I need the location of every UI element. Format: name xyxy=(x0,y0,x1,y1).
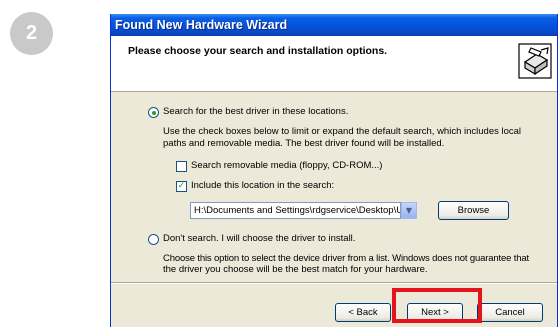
location-path-input[interactable]: H:\Documents and Settings\rdgservice\Des… xyxy=(190,202,401,219)
page-title: Please choose your search and installati… xyxy=(128,45,388,57)
include-location-label: Include this location in the search: xyxy=(191,180,335,191)
step-number-badge: 2 xyxy=(10,12,53,55)
removable-media-checkbox[interactable] xyxy=(176,161,187,172)
checkmark-icon: ✓ xyxy=(177,181,186,191)
dont-search-description-line1: Choose this option to select the device … xyxy=(163,253,530,264)
search-description-line2: paths and removable media. The best driv… xyxy=(163,138,445,149)
browse-button[interactable]: Browse xyxy=(438,201,509,220)
dont-search-description-line2: the driver you choose will be the best m… xyxy=(163,264,428,275)
hardware-install-icon xyxy=(518,43,552,79)
button-separator xyxy=(111,282,557,284)
next-button-highlight xyxy=(392,288,482,323)
cancel-button[interactable]: Cancel xyxy=(477,303,543,322)
dont-search-radio[interactable] xyxy=(148,234,159,245)
search-best-driver-radio[interactable] xyxy=(148,107,159,118)
search-best-driver-label: Search for the best driver in these loca… xyxy=(163,106,349,117)
window-title: Found New Hardware Wizard xyxy=(111,14,557,36)
wizard-window: Found New Hardware Wizard Please choose … xyxy=(110,14,558,327)
search-description-line1: Use the check boxes below to limit or ex… xyxy=(163,126,522,137)
dont-search-label: Don't search. I will choose the driver t… xyxy=(163,233,356,244)
removable-media-label: Search removable media (floppy, CD-ROM..… xyxy=(191,160,383,171)
back-button[interactable]: < Back xyxy=(335,303,391,322)
chevron-down-icon: ▼ xyxy=(405,206,413,215)
wizard-header: Please choose your search and installati… xyxy=(111,36,557,92)
location-dropdown-button[interactable]: ▼ xyxy=(401,202,417,219)
include-location-checkbox[interactable]: ✓ xyxy=(176,181,187,192)
